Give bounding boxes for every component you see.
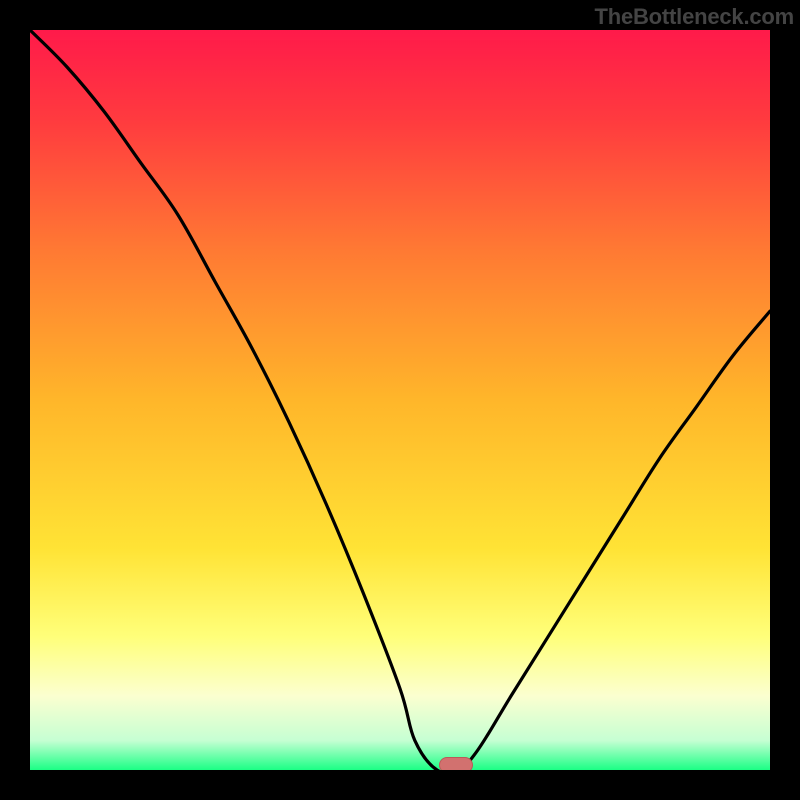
curve-svg [30, 30, 770, 770]
attribution-text: TheBottleneck.com [594, 4, 794, 30]
plot-area [30, 30, 770, 770]
chart-frame: TheBottleneck.com [0, 0, 800, 800]
optimal-marker [439, 757, 473, 770]
bottleneck-curve-line [30, 30, 770, 770]
